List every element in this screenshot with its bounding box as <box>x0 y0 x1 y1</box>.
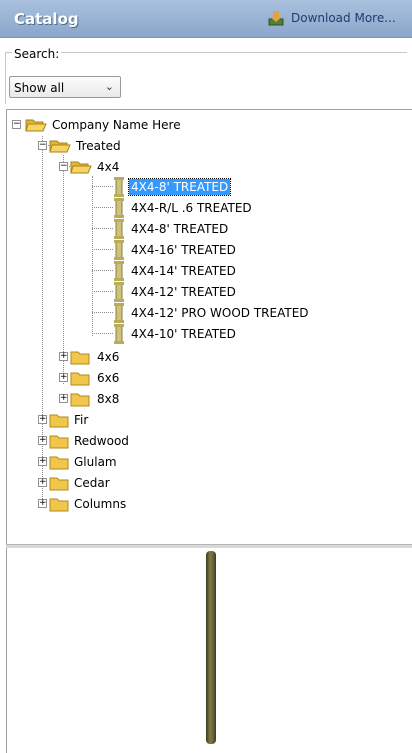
download-icon <box>268 11 284 26</box>
tree-label-glulam: Glulam <box>74 454 117 469</box>
collapse-toggle-4x4[interactable]: − <box>59 162 68 171</box>
tree-node-root[interactable]: Company Name Here <box>25 115 183 134</box>
folder-icon <box>49 498 69 511</box>
collapse-toggle-root[interactable]: − <box>12 120 21 129</box>
tree-item[interactable]: 4X4-8' TREATED <box>113 176 232 197</box>
tree-item-label: 4X4-8' TREATED <box>131 221 229 236</box>
post-icon <box>114 218 124 239</box>
tree-item[interactable]: 4X4-16' TREATED <box>113 239 238 260</box>
tree-item-label: 4X4-16' TREATED <box>131 242 236 257</box>
tree-label-4x4: 4x4 <box>97 159 120 174</box>
tree-item[interactable]: 4X4-8' TREATED <box>113 218 230 239</box>
tree-node-8x8[interactable]: 8x8 <box>70 389 121 408</box>
folder-icon <box>70 372 90 385</box>
open-folder-icon <box>25 119 47 131</box>
catalog-header: Catalog Download More... <box>0 0 412 38</box>
tree-item-label: 4X4-12' TREATED <box>131 284 236 299</box>
post-icon <box>114 176 124 197</box>
tree-item[interactable]: 4X4-10' TREATED <box>113 323 238 344</box>
folder-icon <box>49 477 69 490</box>
expand-toggle-columns[interactable]: + <box>38 499 47 508</box>
catalog-title: Catalog <box>14 10 79 28</box>
download-more-label: Download More... <box>291 11 396 25</box>
tree-label-fir: Fir <box>74 412 89 427</box>
tree-item-label: 4X4-14' TREATED <box>131 263 236 278</box>
search-filter-value: Show all <box>14 81 65 95</box>
tree-item-label: 4X4-12' PRO WOOD TREATED <box>131 305 309 320</box>
post-icon <box>114 302 124 323</box>
tree-label-redwood: Redwood <box>74 433 129 448</box>
expand-toggle-6x6[interactable]: + <box>59 373 68 382</box>
expand-toggle-fir[interactable]: + <box>38 415 47 424</box>
expand-toggle-cedar[interactable]: + <box>38 478 47 487</box>
tree-node-redwood[interactable]: Redwood <box>49 431 131 450</box>
tree-node-4x4[interactable]: 4x4 <box>70 157 121 176</box>
post-icon <box>114 239 124 260</box>
tree-item-label: 4X4-R/L .6 TREATED <box>131 200 252 215</box>
folder-icon <box>49 414 69 427</box>
tree-label-treated: Treated <box>76 138 121 153</box>
tree-item[interactable]: 4X4-14' TREATED <box>113 260 238 281</box>
tree-node-6x6[interactable]: 6x6 <box>70 368 121 387</box>
tree-node-glulam[interactable]: Glulam <box>49 452 119 471</box>
tree-label-columns: Columns <box>74 496 127 511</box>
folder-icon <box>70 351 90 364</box>
tree-label-root: Company Name Here <box>52 117 181 132</box>
folder-icon <box>70 393 90 406</box>
post-icon <box>114 260 124 281</box>
expand-toggle-glulam[interactable]: + <box>38 457 47 466</box>
tree-item[interactable]: 4X4-R/L .6 TREATED <box>113 197 254 218</box>
open-folder-icon <box>70 161 92 173</box>
tree-node-cedar[interactable]: Cedar <box>49 473 112 492</box>
search-legend: Search: <box>12 47 62 61</box>
expand-toggle-4x6[interactable]: + <box>59 352 68 361</box>
tree-item[interactable]: 4X4-12' TREATED <box>113 281 238 302</box>
chevron-down-icon: ⌄ <box>104 80 114 93</box>
tree-item-label: 4X4-10' TREATED <box>131 326 236 341</box>
tree-node-fir[interactable]: Fir <box>49 410 90 429</box>
folder-icon <box>49 456 69 469</box>
folder-icon <box>49 435 69 448</box>
tree-item[interactable]: 4X4-12' PRO WOOD TREATED <box>113 302 311 323</box>
download-more-link[interactable]: Download More... <box>268 10 396 26</box>
post-icon <box>114 323 124 344</box>
search-filter-select[interactable]: Show all ⌄ <box>9 76 121 98</box>
tree-item-label: 4X4-8' TREATED <box>127 177 232 196</box>
tree-label-8x8: 8x8 <box>97 391 120 406</box>
post-preview-image <box>206 551 216 744</box>
expand-toggle-redwood[interactable]: + <box>38 436 47 445</box>
expand-toggle-8x8[interactable]: + <box>59 394 68 403</box>
post-icon <box>114 281 124 302</box>
tree-node-treated[interactable]: Treated <box>49 136 123 155</box>
item-preview-panel <box>6 548 412 753</box>
tree-label-6x6: 6x6 <box>97 370 120 385</box>
collapse-toggle-treated[interactable]: − <box>38 141 47 150</box>
tree-label-cedar: Cedar <box>74 475 110 490</box>
open-folder-icon <box>49 140 71 152</box>
tree-label-4x6: 4x6 <box>97 349 120 364</box>
catalog-tree[interactable]: − Company Name Here − Treated − 4x4 4X4-… <box>6 109 412 545</box>
tree-node-4x6[interactable]: 4x6 <box>70 347 121 366</box>
post-icon <box>114 197 124 218</box>
tree-node-columns[interactable]: Columns <box>49 494 128 513</box>
